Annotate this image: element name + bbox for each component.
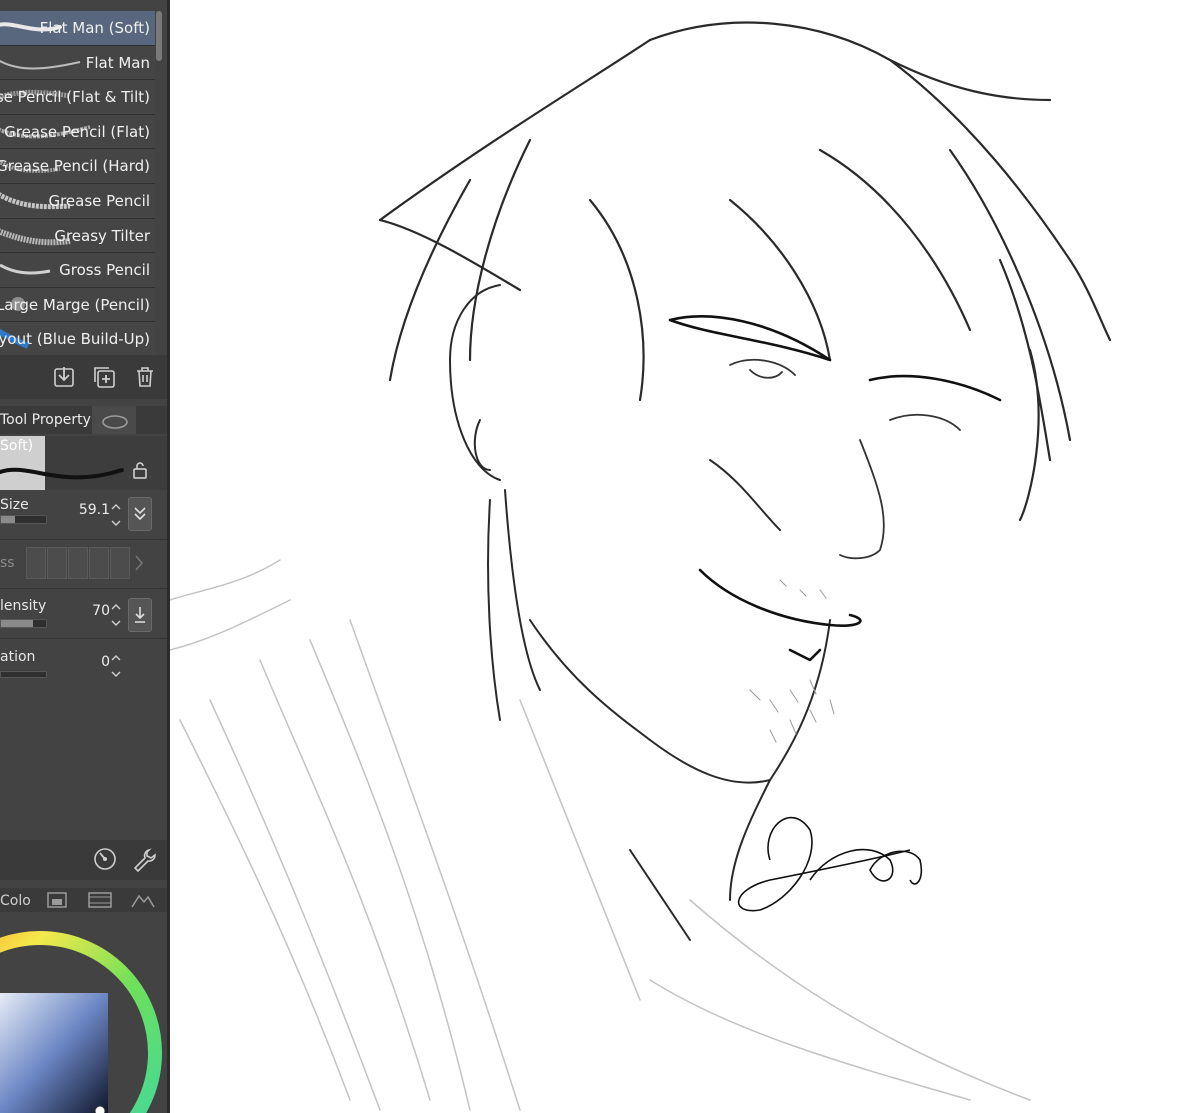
film-strip-icon[interactable]	[87, 891, 113, 909]
duplicate-icon[interactable]	[92, 365, 116, 389]
brush-label: Grease Pencil	[48, 191, 150, 210]
size-value[interactable]: 59.1	[79, 502, 110, 518]
brush-label: Gross Pencil	[59, 261, 150, 280]
brush-list-toolbar	[0, 355, 167, 399]
brush-item-greasy-tilter[interactable]: Greasy Tilter	[0, 218, 155, 254]
tool-property-footer	[0, 840, 167, 880]
brush-item-layout-blue-build-up[interactable]: Layout (Blue Build-Up)	[0, 322, 155, 357]
tool-property-tabs: Tool Property	[0, 406, 167, 434]
brush-stroke-preview	[0, 263, 51, 275]
density-stepper-icon[interactable]	[110, 601, 122, 629]
color-set-icon[interactable]	[46, 891, 68, 909]
hardness-option[interactable]	[68, 547, 88, 579]
gauge-icon[interactable]	[92, 846, 118, 872]
brush-item-gross-pencil[interactable]: Gross Pencil	[0, 253, 155, 288]
size-label: Size	[0, 497, 29, 513]
size-row: Size 59.1	[0, 491, 167, 540]
color-tabs: Colo	[0, 888, 167, 912]
brush-item-grease-pencil[interactable]: Grease Pencil	[0, 183, 155, 219]
tool-panel: Flat Man (Soft) Flat Man ease Pencil (Fl…	[0, 0, 167, 1113]
size-stepper-icon[interactable]	[110, 501, 122, 529]
size-options-button[interactable]	[128, 497, 152, 531]
tab-color-wheel[interactable]: Colo	[0, 893, 31, 909]
size-slider[interactable]	[0, 515, 47, 524]
wrench-icon[interactable]	[131, 846, 157, 872]
brush-stroke-preview	[0, 59, 81, 70]
sketch-artwork	[170, 21, 1112, 1111]
brush-label: ease Pencil (Flat & Tilt)	[0, 88, 150, 107]
color-picker-handle[interactable]	[94, 1105, 106, 1113]
brush-label: Grease Pencil (Flat)	[4, 122, 150, 141]
unlock-icon[interactable]	[131, 461, 149, 479]
saturation-value-square[interactable]	[0, 993, 108, 1113]
density-row: lensity 70	[0, 590, 167, 639]
hardness-option[interactable]	[110, 547, 130, 579]
brush-label: Large Marge (Pencil)	[0, 295, 150, 314]
brush-settings-icon	[102, 415, 128, 429]
density-value[interactable]: 70	[92, 603, 110, 619]
brush-item-grease-pencil-flat[interactable]: Grease Pencil (Flat)	[0, 114, 155, 150]
brush-preview-stroke	[0, 467, 124, 480]
trash-icon[interactable]	[133, 365, 157, 389]
brush-item-grease-pencil-flat-tilt[interactable]: ease Pencil (Flat & Tilt)	[0, 80, 155, 115]
stabilization-stepper-icon[interactable]	[110, 652, 122, 680]
hardness-option[interactable]	[89, 547, 109, 579]
mountain-icon[interactable]	[130, 891, 156, 909]
tab-brush-settings[interactable]	[92, 406, 136, 434]
import-icon[interactable]	[52, 365, 76, 389]
tab-tool-property[interactable]: Tool Property	[0, 412, 91, 428]
hardness-row: ss	[0, 540, 167, 589]
color-wheel[interactable]	[0, 913, 167, 1113]
brush-item-flat-man[interactable]: Flat Man	[0, 45, 155, 81]
brush-label: Flat Man (Soft)	[39, 19, 150, 37]
density-label: lensity	[0, 598, 47, 614]
density-slider-fill	[1, 620, 33, 627]
hardness-label: ss	[0, 555, 15, 571]
brush-item-large-marge-pencil[interactable]: Large Marge (Pencil)	[0, 287, 155, 323]
density-pressure-button[interactable]	[128, 598, 152, 632]
hardness-option[interactable]	[26, 547, 46, 579]
chevron-right-icon[interactable]	[133, 553, 145, 573]
download-arrow-icon	[135, 607, 145, 623]
brush-list-scrollbar[interactable]	[156, 11, 162, 61]
brush-label: Flat Man	[85, 53, 150, 72]
stabilization-label: ation	[0, 649, 36, 665]
size-slider-fill	[1, 516, 15, 523]
chevron-double-down-icon	[134, 507, 146, 521]
brush-label: Grease Pencil (Hard)	[0, 157, 150, 176]
brush-label: Greasy Tilter	[54, 226, 150, 245]
brush-list: Flat Man (Soft) Flat Man ease Pencil (Fl…	[0, 11, 155, 357]
brush-item-flat-man-soft[interactable]: Flat Man (Soft)	[0, 11, 155, 46]
stabilization-value[interactable]: 0	[101, 654, 110, 670]
density-slider[interactable]	[0, 619, 47, 628]
drawing-canvas[interactable]	[170, 0, 1200, 1113]
hardness-option[interactable]	[47, 547, 67, 579]
stabilization-slider[interactable]	[0, 671, 47, 678]
brush-preview: Soft)	[0, 436, 167, 490]
brush-label: Layout (Blue Build-Up)	[0, 330, 150, 349]
brush-item-grease-pencil-hard[interactable]: Grease Pencil (Hard)	[0, 149, 155, 184]
stabilization-row: ation 0	[0, 641, 167, 689]
signature	[737, 816, 923, 912]
